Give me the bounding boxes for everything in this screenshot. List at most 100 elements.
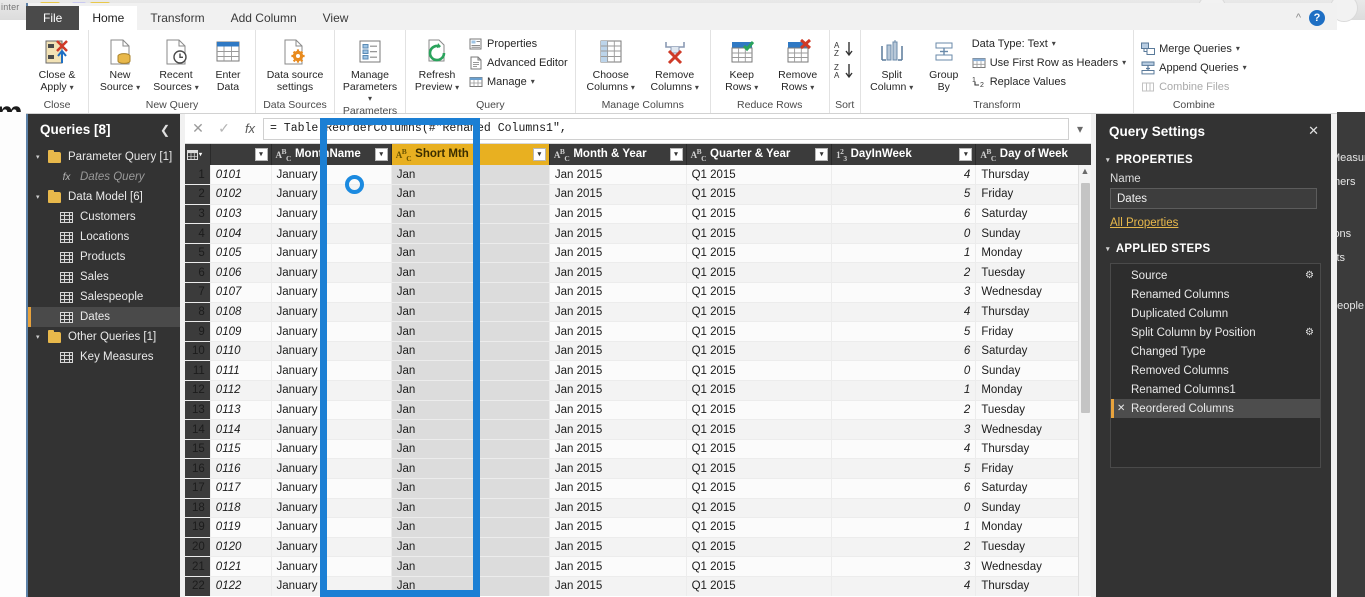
choose-columns-button[interactable]: ChooseColumns ▾ bbox=[580, 32, 642, 93]
scroll-up-arrow[interactable]: ▲ bbox=[1079, 165, 1091, 178]
table-row[interactable]: 150115JanuaryJanJan 2015Q1 20154Thursday… bbox=[185, 439, 1091, 459]
applied-step-item[interactable]: Duplicated Column bbox=[1111, 304, 1320, 323]
cell-quarter-year[interactable]: Q1 2015 bbox=[686, 283, 832, 303]
chevron-down-icon[interactable]: ▾ bbox=[199, 151, 202, 158]
cell-short-mth[interactable]: Jan bbox=[391, 557, 549, 577]
table-row[interactable]: 220122JanuaryJanJan 2015Q1 20154Thursday… bbox=[185, 576, 1091, 596]
cell-monthname[interactable]: January bbox=[271, 263, 391, 283]
cell-index[interactable]: 0120 bbox=[210, 537, 271, 557]
cell-index[interactable]: 0119 bbox=[210, 518, 271, 538]
filter-icon[interactable]: ▾ bbox=[533, 148, 546, 161]
table-row[interactable]: 30103JanuaryJanJan 2015Q1 20156Saturday3… bbox=[185, 204, 1091, 224]
tab-transform[interactable]: Transform bbox=[137, 6, 217, 30]
delete-step-icon[interactable]: ✕ bbox=[1117, 403, 1125, 414]
cell-quarter-year[interactable]: Q1 2015 bbox=[686, 576, 832, 596]
cell-short-mth[interactable]: Jan bbox=[391, 224, 549, 244]
filter-icon[interactable]: ▾ bbox=[255, 148, 268, 161]
cell-dayinweek[interactable]: 5 bbox=[832, 322, 976, 342]
cell-dayinweek[interactable]: 2 bbox=[832, 263, 976, 283]
applied-step-item[interactable]: Renamed Columns1 bbox=[1111, 380, 1320, 399]
cell-short-mth[interactable]: Jan bbox=[391, 439, 549, 459]
cell-day-of-week[interactable]: Wednesday bbox=[976, 283, 1091, 303]
cell-month-year[interactable]: Jan 2015 bbox=[549, 165, 686, 185]
filter-icon[interactable]: ▾ bbox=[375, 148, 388, 161]
remove-columns-button[interactable]: RemoveColumns ▾ bbox=[644, 32, 706, 93]
cell-dayinweek[interactable]: 3 bbox=[832, 420, 976, 440]
cell-index[interactable]: 0106 bbox=[210, 263, 271, 283]
data-type-button[interactable]: Data Type: Text ▾ bbox=[969, 35, 1129, 52]
cell-index[interactable]: 0103 bbox=[210, 204, 271, 224]
cell-index[interactable]: 0117 bbox=[210, 479, 271, 499]
cell-index[interactable]: 0118 bbox=[210, 498, 271, 518]
queries-folder-other-queries[interactable]: ▾ Other Queries [1] bbox=[28, 327, 180, 347]
cell-short-mth[interactable]: Jan bbox=[391, 302, 549, 322]
cell-day-of-week[interactable]: Friday bbox=[976, 322, 1091, 342]
cell-quarter-year[interactable]: Q1 2015 bbox=[686, 518, 832, 538]
cell-month-year[interactable]: Jan 2015 bbox=[549, 459, 686, 479]
queries-folder-data-model[interactable]: ▾ Data Model [6] bbox=[28, 187, 180, 207]
cell-monthname[interactable]: January bbox=[271, 576, 391, 596]
append-queries-button[interactable]: Append Queries ▾ bbox=[1138, 59, 1250, 76]
manage-parameters-button[interactable]: ManageParameters ▾ bbox=[339, 32, 401, 105]
formula-input[interactable]: = Table.ReorderColumns(#"Renamed Columns… bbox=[263, 118, 1069, 140]
table-row[interactable]: 80108JanuaryJanJan 2015Q1 20154Thursday1… bbox=[185, 302, 1091, 322]
chevron-up-icon[interactable]: ^ bbox=[1296, 12, 1301, 24]
cell-index[interactable]: 0115 bbox=[210, 439, 271, 459]
cell-month-year[interactable]: Jan 2015 bbox=[549, 361, 686, 381]
filter-icon[interactable]: ▾ bbox=[959, 148, 972, 161]
cell-month-year[interactable]: Jan 2015 bbox=[549, 204, 686, 224]
table-row[interactable]: 40104JanuaryJanJan 2015Q1 20150Sunday10/… bbox=[185, 224, 1091, 244]
help-icon[interactable]: ? bbox=[1309, 10, 1325, 26]
cell-short-mth[interactable]: Jan bbox=[391, 381, 549, 401]
manage-button[interactable]: Manage ▾ bbox=[466, 73, 571, 90]
cell-month-year[interactable]: Jan 2015 bbox=[549, 576, 686, 596]
cell-short-mth[interactable]: Jan bbox=[391, 479, 549, 499]
cell-monthname[interactable]: January bbox=[271, 204, 391, 224]
cell-month-year[interactable]: Jan 2015 bbox=[549, 341, 686, 361]
cell-day-of-week[interactable]: Saturday bbox=[976, 479, 1091, 499]
cell-dayinweek[interactable]: 4 bbox=[832, 576, 976, 596]
keep-rows-button[interactable]: KeepRows ▾ bbox=[715, 32, 769, 93]
queries-item-locations[interactable]: Locations bbox=[28, 227, 180, 247]
table-row[interactable]: 90109JanuaryJanJan 2015Q1 20155Friday10/… bbox=[185, 322, 1091, 342]
applied-step-item[interactable]: Split Column by Position⚙ bbox=[1111, 323, 1320, 342]
cell-monthname[interactable]: January bbox=[271, 243, 391, 263]
cell-monthname[interactable]: January bbox=[271, 439, 391, 459]
tab-add-column[interactable]: Add Column bbox=[218, 6, 310, 30]
cell-day-of-week[interactable]: Tuesday bbox=[976, 263, 1091, 283]
enter-data-button[interactable]: EnterData bbox=[205, 32, 251, 93]
tab-view[interactable]: View bbox=[310, 6, 362, 30]
cell-quarter-year[interactable]: Q1 2015 bbox=[686, 224, 832, 244]
filter-icon[interactable]: ▾ bbox=[670, 148, 683, 161]
cell-short-mth[interactable]: Jan bbox=[391, 459, 549, 479]
close-and-apply-button[interactable]: Close &Apply ▾ bbox=[30, 32, 84, 93]
cell-monthname[interactable]: January bbox=[271, 302, 391, 322]
chevron-left-icon[interactable]: ❮ bbox=[160, 123, 170, 137]
table-row[interactable]: 60106JanuaryJanJan 2015Q1 20152Tuesday10… bbox=[185, 263, 1091, 283]
cell-short-mth[interactable]: Jan bbox=[391, 283, 549, 303]
cell-day-of-week[interactable]: Tuesday bbox=[976, 400, 1091, 420]
cell-short-mth[interactable]: Jan bbox=[391, 204, 549, 224]
column-header-quarter-year[interactable]: ABC Quarter & Year ▾ bbox=[686, 144, 832, 165]
cell-short-mth[interactable]: Jan bbox=[391, 518, 549, 538]
applied-step-item[interactable]: Renamed Columns bbox=[1111, 285, 1320, 304]
cell-quarter-year[interactable]: Q1 2015 bbox=[686, 361, 832, 381]
column-header-monthname[interactable]: ABC MonthName ▾ bbox=[271, 144, 391, 165]
cell-index[interactable]: 0112 bbox=[210, 381, 271, 401]
cell-index[interactable]: 0105 bbox=[210, 243, 271, 263]
cell-month-year[interactable]: Jan 2015 bbox=[549, 302, 686, 322]
cell-dayinweek[interactable]: 4 bbox=[832, 165, 976, 185]
column-header-day-of-week[interactable]: ABC Day of Week ▾ bbox=[976, 144, 1091, 165]
cell-dayinweek[interactable]: 6 bbox=[832, 479, 976, 499]
cell-monthname[interactable]: January bbox=[271, 557, 391, 577]
cell-day-of-week[interactable]: Tuesday bbox=[976, 537, 1091, 557]
cell-monthname[interactable]: January bbox=[271, 322, 391, 342]
cell-month-year[interactable]: Jan 2015 bbox=[549, 400, 686, 420]
table-row[interactable]: 200120JanuaryJanJan 2015Q1 20152Tuesday2… bbox=[185, 537, 1091, 557]
column-header-short-mth[interactable]: ABC Short Mth ▾ bbox=[391, 144, 549, 165]
cell-index[interactable]: 0121 bbox=[210, 557, 271, 577]
cell-month-year[interactable]: Jan 2015 bbox=[549, 439, 686, 459]
cell-quarter-year[interactable]: Q1 2015 bbox=[686, 165, 832, 185]
table-row[interactable]: 70107JanuaryJanJan 2015Q1 20153Wednesday… bbox=[185, 283, 1091, 303]
cell-dayinweek[interactable]: 4 bbox=[832, 439, 976, 459]
